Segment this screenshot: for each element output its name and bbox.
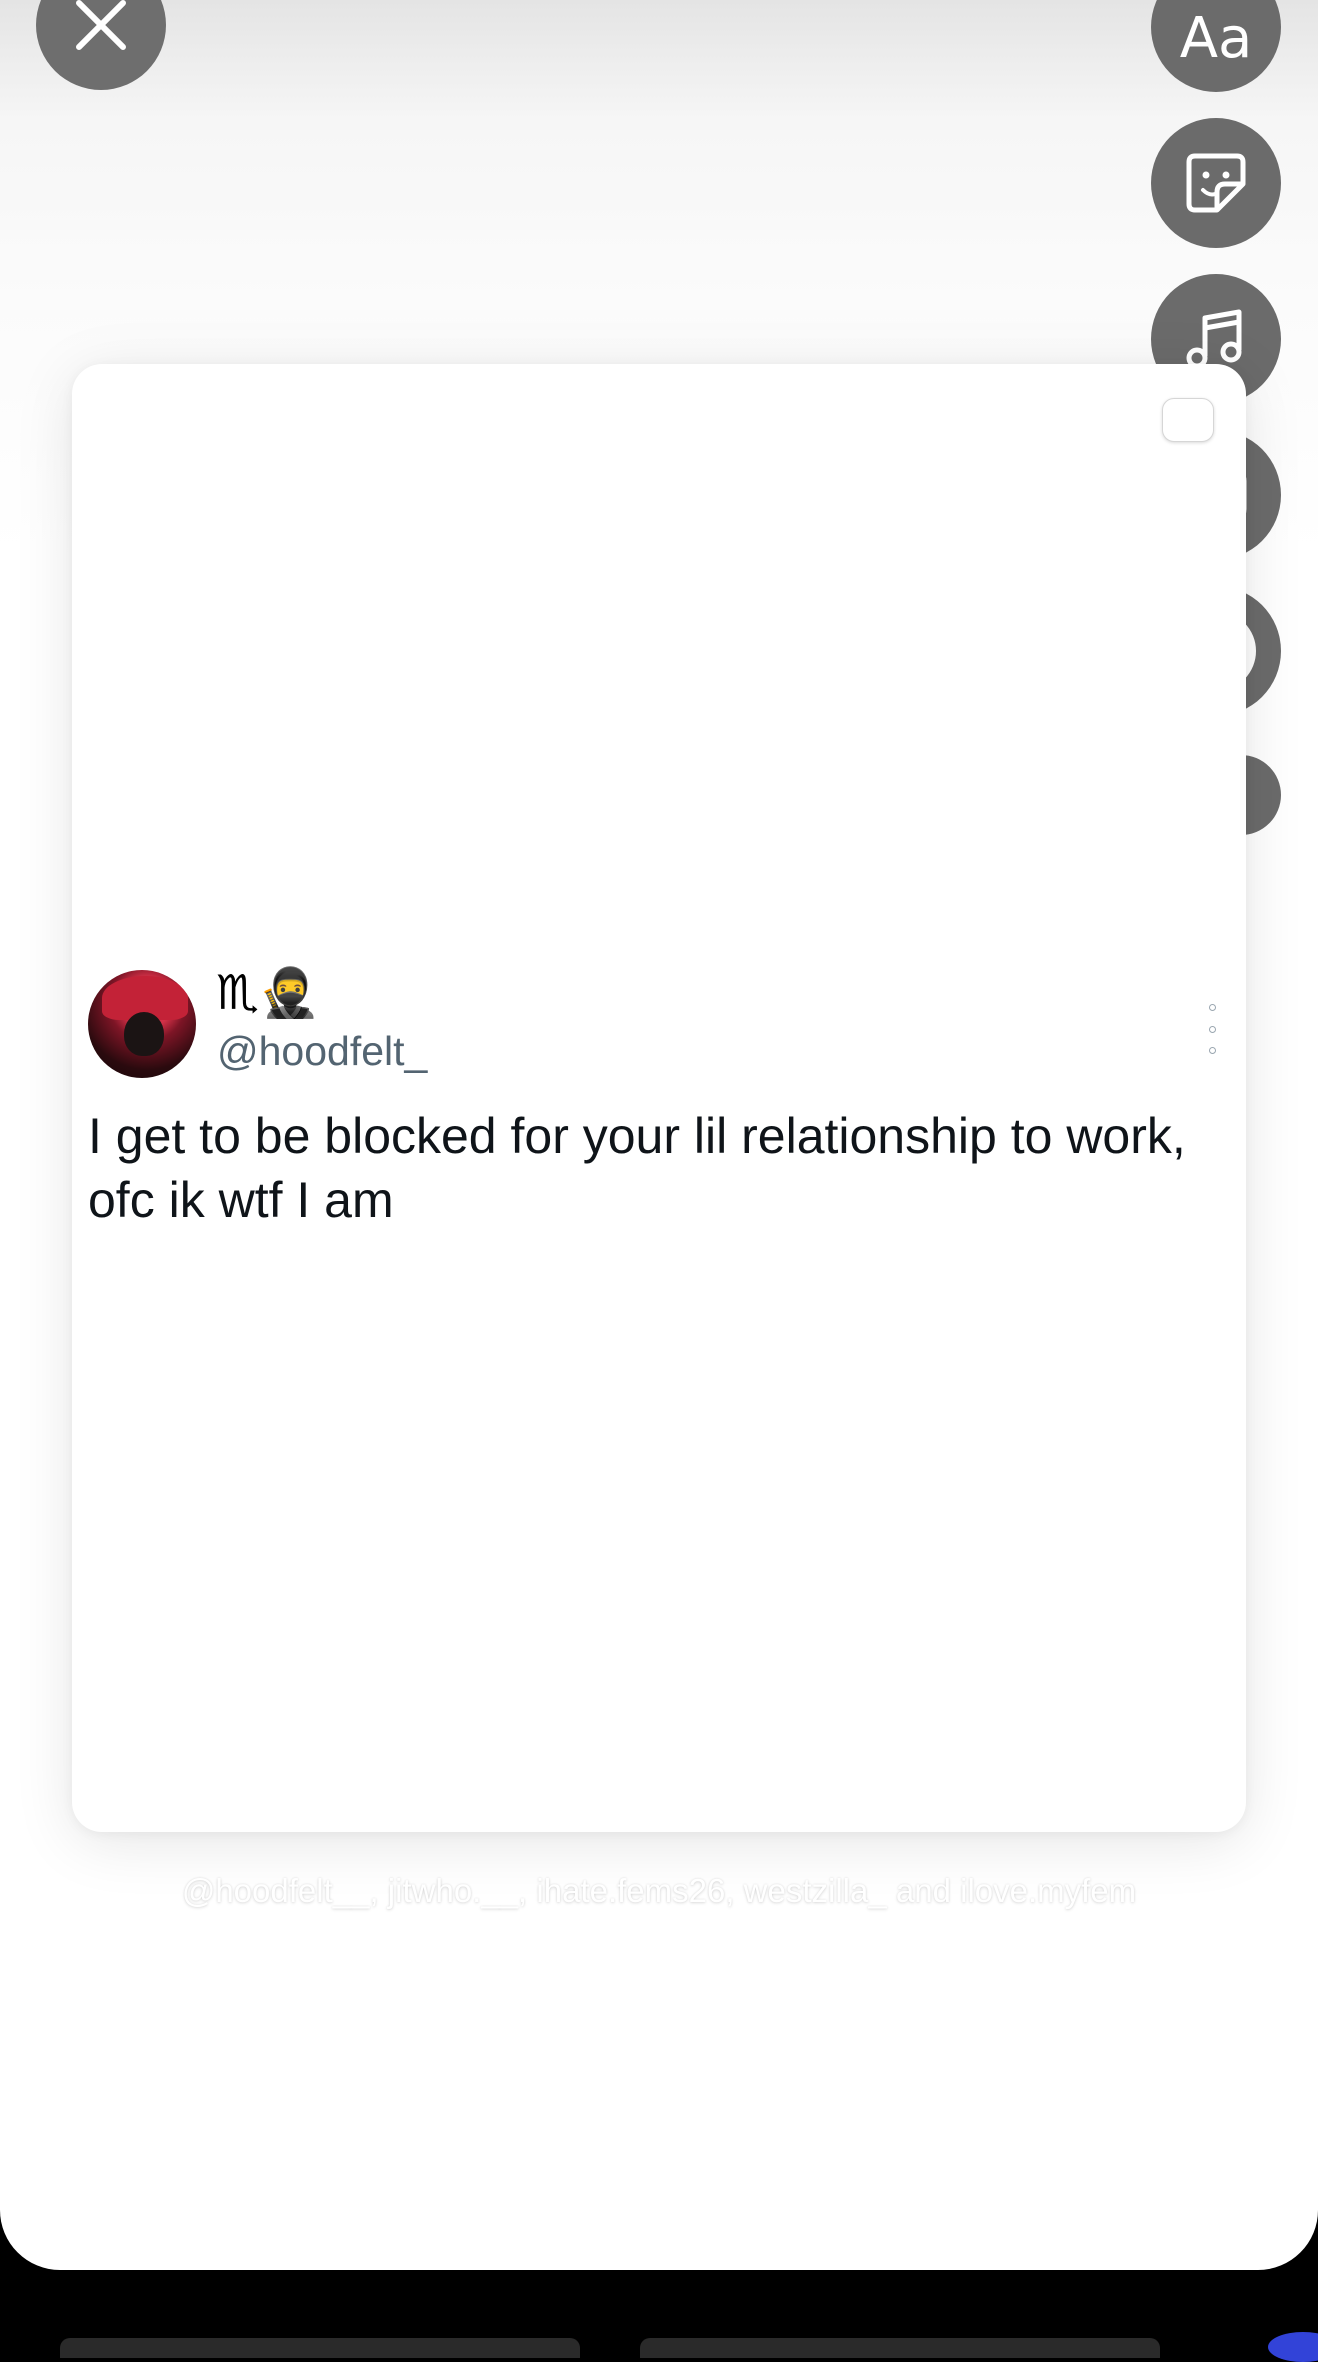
mentions-caption: @hoodfelt__, jitwho.__, ihate.fems26, we… xyxy=(181,1872,1137,1909)
story-editor-canvas: Aa ♏🥷 @hoodfelt_ I get to be blocked for… xyxy=(0,0,1318,2270)
nav-accent xyxy=(1268,2332,1318,2362)
text-tool-button[interactable]: Aa xyxy=(1151,0,1281,92)
nav-hint-right xyxy=(640,2338,1160,2358)
display-name: ♏🥷 xyxy=(216,965,319,1021)
tweet-text: I get to be blocked for your lil relatio… xyxy=(88,1108,1186,1228)
avatar xyxy=(88,970,196,1078)
slider-handle[interactable] xyxy=(1162,398,1214,442)
system-nav-bar xyxy=(0,2270,1318,2346)
text-tool-label: Aa xyxy=(1179,5,1253,71)
nav-hint-left xyxy=(60,2338,580,2358)
close-icon xyxy=(76,0,126,50)
user-handle: @hoodfelt_ xyxy=(217,1028,428,1074)
sticker-icon xyxy=(1186,153,1246,213)
more-options-icon[interactable] xyxy=(1202,1004,1222,1054)
sticker-button[interactable] xyxy=(1151,118,1281,248)
close-button[interactable] xyxy=(36,0,166,90)
tweet-card[interactable]: ♏🥷 @hoodfelt_ I get to be blocked for yo… xyxy=(72,364,1246,1832)
avatar-face xyxy=(124,1012,164,1056)
